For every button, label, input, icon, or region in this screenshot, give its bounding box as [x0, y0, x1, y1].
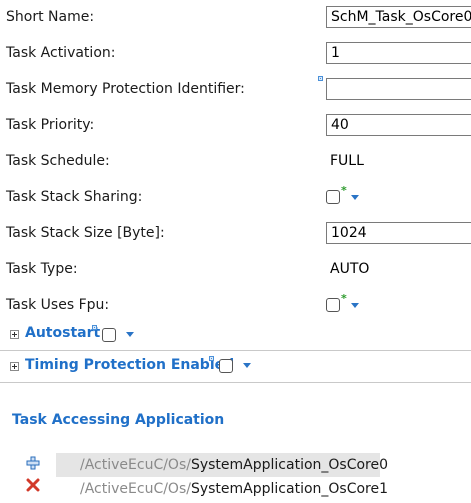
- expand-plus-icon[interactable]: [10, 362, 19, 371]
- path-name: SystemApplication_OsCore1: [190, 481, 389, 497]
- timing-protection-checkbox[interactable]: [219, 359, 233, 373]
- task-uses-fpu-label: Task Uses Fpu:: [6, 297, 110, 313]
- task-activation-label: Task Activation:: [6, 45, 116, 61]
- task-accessing-application-heading: Task Accessing Application: [12, 412, 225, 428]
- task-stack-size-label: Task Stack Size [Byte]:: [6, 225, 165, 241]
- list-item[interactable]: /ActiveEcuC/Os/SystemApplication_OsCore1: [56, 477, 388, 501]
- multi-value-marker-icon: [92, 325, 97, 330]
- task-uses-fpu-row: Task Uses Fpu: *: [0, 288, 471, 324]
- short-name-row: Short Name: SchM_Task_OsCore0: [0, 0, 471, 36]
- task-activation-input[interactable]: 1: [326, 42, 471, 64]
- task-stack-size-row: Task Stack Size [Byte]: 1024: [0, 216, 471, 252]
- section-divider: [0, 350, 471, 351]
- timing-protection-section: Timing Protection Enabled: [0, 352, 471, 382]
- task-stack-size-input[interactable]: 1024: [326, 222, 471, 244]
- chevron-down-icon[interactable]: [351, 195, 359, 200]
- task-priority-label: Task Priority:: [6, 117, 95, 133]
- task-type-row: Task Type: AUTO: [0, 252, 471, 288]
- task-memory-protection-label: Task Memory Protection Identifier:: [6, 81, 245, 97]
- short-name-label: Short Name:: [6, 9, 95, 25]
- task-schedule-label: Task Schedule:: [6, 153, 110, 169]
- list-item[interactable]: /ActiveEcuC/Os/SystemApplication_OsCore0: [56, 453, 388, 477]
- short-name-input[interactable]: SchM_Task_OsCore0: [326, 6, 471, 28]
- multi-value-marker-icon: [209, 356, 214, 361]
- default-value-star-icon: *: [341, 184, 347, 197]
- path-name: SystemApplication_OsCore0: [190, 457, 389, 473]
- chevron-down-icon[interactable]: [351, 303, 359, 308]
- task-activation-row: Task Activation: 1: [0, 36, 471, 72]
- autostart-section: Autostart: [0, 320, 471, 350]
- task-priority-input[interactable]: 40: [326, 114, 471, 136]
- task-schedule-select[interactable]: FULL: [330, 151, 364, 171]
- task-stack-sharing-checkbox[interactable]: [326, 190, 340, 204]
- task-type-select[interactable]: AUTO: [330, 259, 369, 279]
- chevron-down-icon[interactable]: [243, 363, 251, 368]
- chevron-down-icon[interactable]: [126, 332, 134, 337]
- task-uses-fpu-checkbox[interactable]: [326, 298, 340, 312]
- task-schedule-row: Task Schedule: FULL: [0, 144, 471, 180]
- task-priority-row: Task Priority: 40: [0, 108, 471, 144]
- path-prefix: /ActiveEcuC/Os/: [80, 481, 191, 497]
- path-text: /ActiveEcuC/Os/SystemApplication_OsCore1: [56, 481, 388, 497]
- path-text: /ActiveEcuC/Os/SystemApplication_OsCore0: [56, 457, 388, 473]
- task-type-label: Task Type:: [6, 261, 78, 277]
- autostart-title[interactable]: Autostart: [25, 325, 100, 341]
- section-divider: [0, 382, 471, 383]
- task-stack-sharing-row: Task Stack Sharing: *: [0, 180, 471, 216]
- multi-value-marker-icon: [318, 76, 323, 81]
- autostart-checkbox[interactable]: [102, 328, 116, 342]
- add-icon[interactable]: [26, 456, 40, 470]
- task-stack-sharing-label: Task Stack Sharing:: [6, 189, 143, 205]
- path-prefix: /ActiveEcuC/Os/: [80, 457, 191, 473]
- expand-plus-icon[interactable]: [10, 330, 19, 339]
- task-memory-protection-row: Task Memory Protection Identifier:: [0, 72, 471, 108]
- task-memory-protection-input[interactable]: [326, 78, 471, 100]
- delete-icon[interactable]: [26, 478, 40, 492]
- timing-protection-title[interactable]: Timing Protection Enabled: [25, 357, 234, 373]
- default-value-star-icon: *: [341, 292, 347, 305]
